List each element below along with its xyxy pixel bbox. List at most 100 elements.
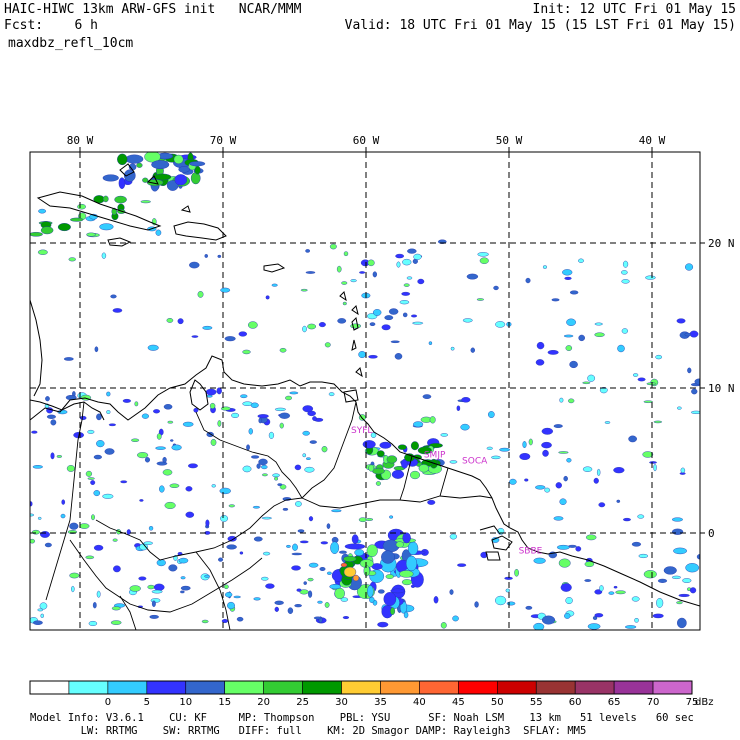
echo-cell: [318, 322, 326, 328]
echo-cell: [180, 590, 185, 594]
echo-cell: [556, 544, 570, 550]
echo-cell: [653, 464, 657, 472]
echo-cell: [462, 318, 473, 323]
echo-cell: [218, 557, 224, 562]
echo-cell: [216, 387, 222, 395]
lat-label: 10 N: [708, 382, 735, 395]
echo-cell: [643, 400, 653, 403]
echo-cell: [300, 288, 308, 292]
echo-cell: [308, 562, 319, 568]
echo-cell: [224, 336, 236, 342]
echo-cell: [166, 318, 174, 323]
echo-cell: [566, 318, 576, 326]
echo-cell: [185, 486, 193, 492]
echo-cell: [643, 570, 657, 579]
colorbar-swatch: [380, 680, 420, 695]
echo-cell: [342, 301, 347, 306]
echo-cell: [691, 388, 698, 395]
echo-cell: [228, 504, 235, 508]
echo-cell: [68, 257, 76, 262]
echo-cell: [79, 523, 90, 529]
echo-cell: [593, 477, 599, 484]
echo-cell: [433, 596, 439, 604]
echo-cell: [233, 595, 241, 599]
echo-cell: [308, 590, 313, 598]
echo-cell: [362, 440, 376, 449]
echo-cell: [623, 517, 631, 522]
echo-cell: [60, 513, 66, 519]
echo-cell: [525, 277, 531, 284]
echo-cell: [338, 550, 347, 554]
echo-cell: [71, 585, 75, 593]
echo-cell: [87, 429, 95, 434]
echo-cell: [541, 441, 552, 449]
echo-cell: [164, 501, 176, 509]
echo-cell: [122, 398, 131, 403]
echo-cell: [596, 468, 601, 476]
echo-cell: [96, 413, 102, 421]
echo-cell: [329, 243, 337, 250]
echo-cell: [317, 600, 323, 604]
echo-cell: [40, 531, 50, 538]
echo-cell: [367, 585, 374, 598]
footer-model-info: Model Info: V3.6.1 CU: KF MP: Thompson P…: [30, 712, 694, 724]
echo-cell: [677, 617, 687, 629]
echo-cell: [205, 519, 210, 527]
echo-cell: [108, 423, 116, 427]
echo-cell: [330, 541, 340, 554]
echo-cell: [174, 174, 188, 186]
echo-cell: [410, 441, 419, 451]
echo-cell: [252, 505, 260, 509]
echo-cell: [168, 564, 178, 572]
echo-cell: [236, 616, 244, 622]
echo-cell: [599, 585, 604, 592]
echo-cell: [163, 404, 173, 410]
echo-cell: [334, 587, 345, 600]
echo-cell: [274, 407, 286, 412]
echo-cell: [125, 154, 144, 164]
echo-cell: [191, 335, 199, 338]
echo-cell: [506, 601, 516, 606]
colorbar-tick-label: 15: [218, 697, 231, 708]
echo-cell: [197, 291, 204, 298]
echo-cell: [295, 501, 302, 507]
echo-cell: [104, 448, 115, 455]
echo-cell: [391, 469, 405, 479]
echo-cell: [631, 596, 640, 602]
echo-cell: [403, 611, 409, 619]
echo-cell: [358, 351, 366, 358]
echo-cell: [126, 529, 131, 535]
echo-cell: [31, 529, 40, 535]
echo-cell: [220, 515, 229, 522]
colorbar-tick-label: 35: [374, 697, 387, 708]
echo-cell: [411, 314, 418, 318]
echo-cell: [231, 412, 240, 418]
echo-cell: [649, 461, 657, 464]
echo-cell: [657, 578, 668, 583]
echo-cell: [569, 290, 579, 295]
echo-cell: [177, 318, 184, 325]
echo-cell: [242, 465, 252, 473]
echo-cell: [86, 232, 97, 237]
echo-cell: [470, 347, 476, 353]
footer-physics-info: LW: RRTMG SW: RRTMG DIFF: full KM: 2D Sm…: [30, 725, 587, 737]
echo-cell: [304, 466, 315, 473]
echo-cell: [427, 499, 436, 505]
echo-cell: [110, 294, 117, 299]
echo-cell: [632, 373, 639, 377]
echo-cell: [587, 374, 596, 382]
echo-cell: [307, 577, 314, 582]
echo-cell: [375, 481, 381, 486]
echo-cell: [476, 298, 484, 301]
echo-cell: [564, 613, 571, 619]
echo-cell: [308, 516, 314, 522]
echo-cell: [112, 308, 123, 313]
echo-cell: [305, 249, 310, 253]
echo-cell: [162, 456, 167, 463]
echo-cell: [368, 354, 378, 359]
echo-cell: [258, 417, 263, 424]
echo-cell: [402, 258, 412, 266]
echo-cell: [403, 283, 410, 287]
echo-cell: [111, 606, 121, 611]
echo-cell: [211, 484, 216, 488]
